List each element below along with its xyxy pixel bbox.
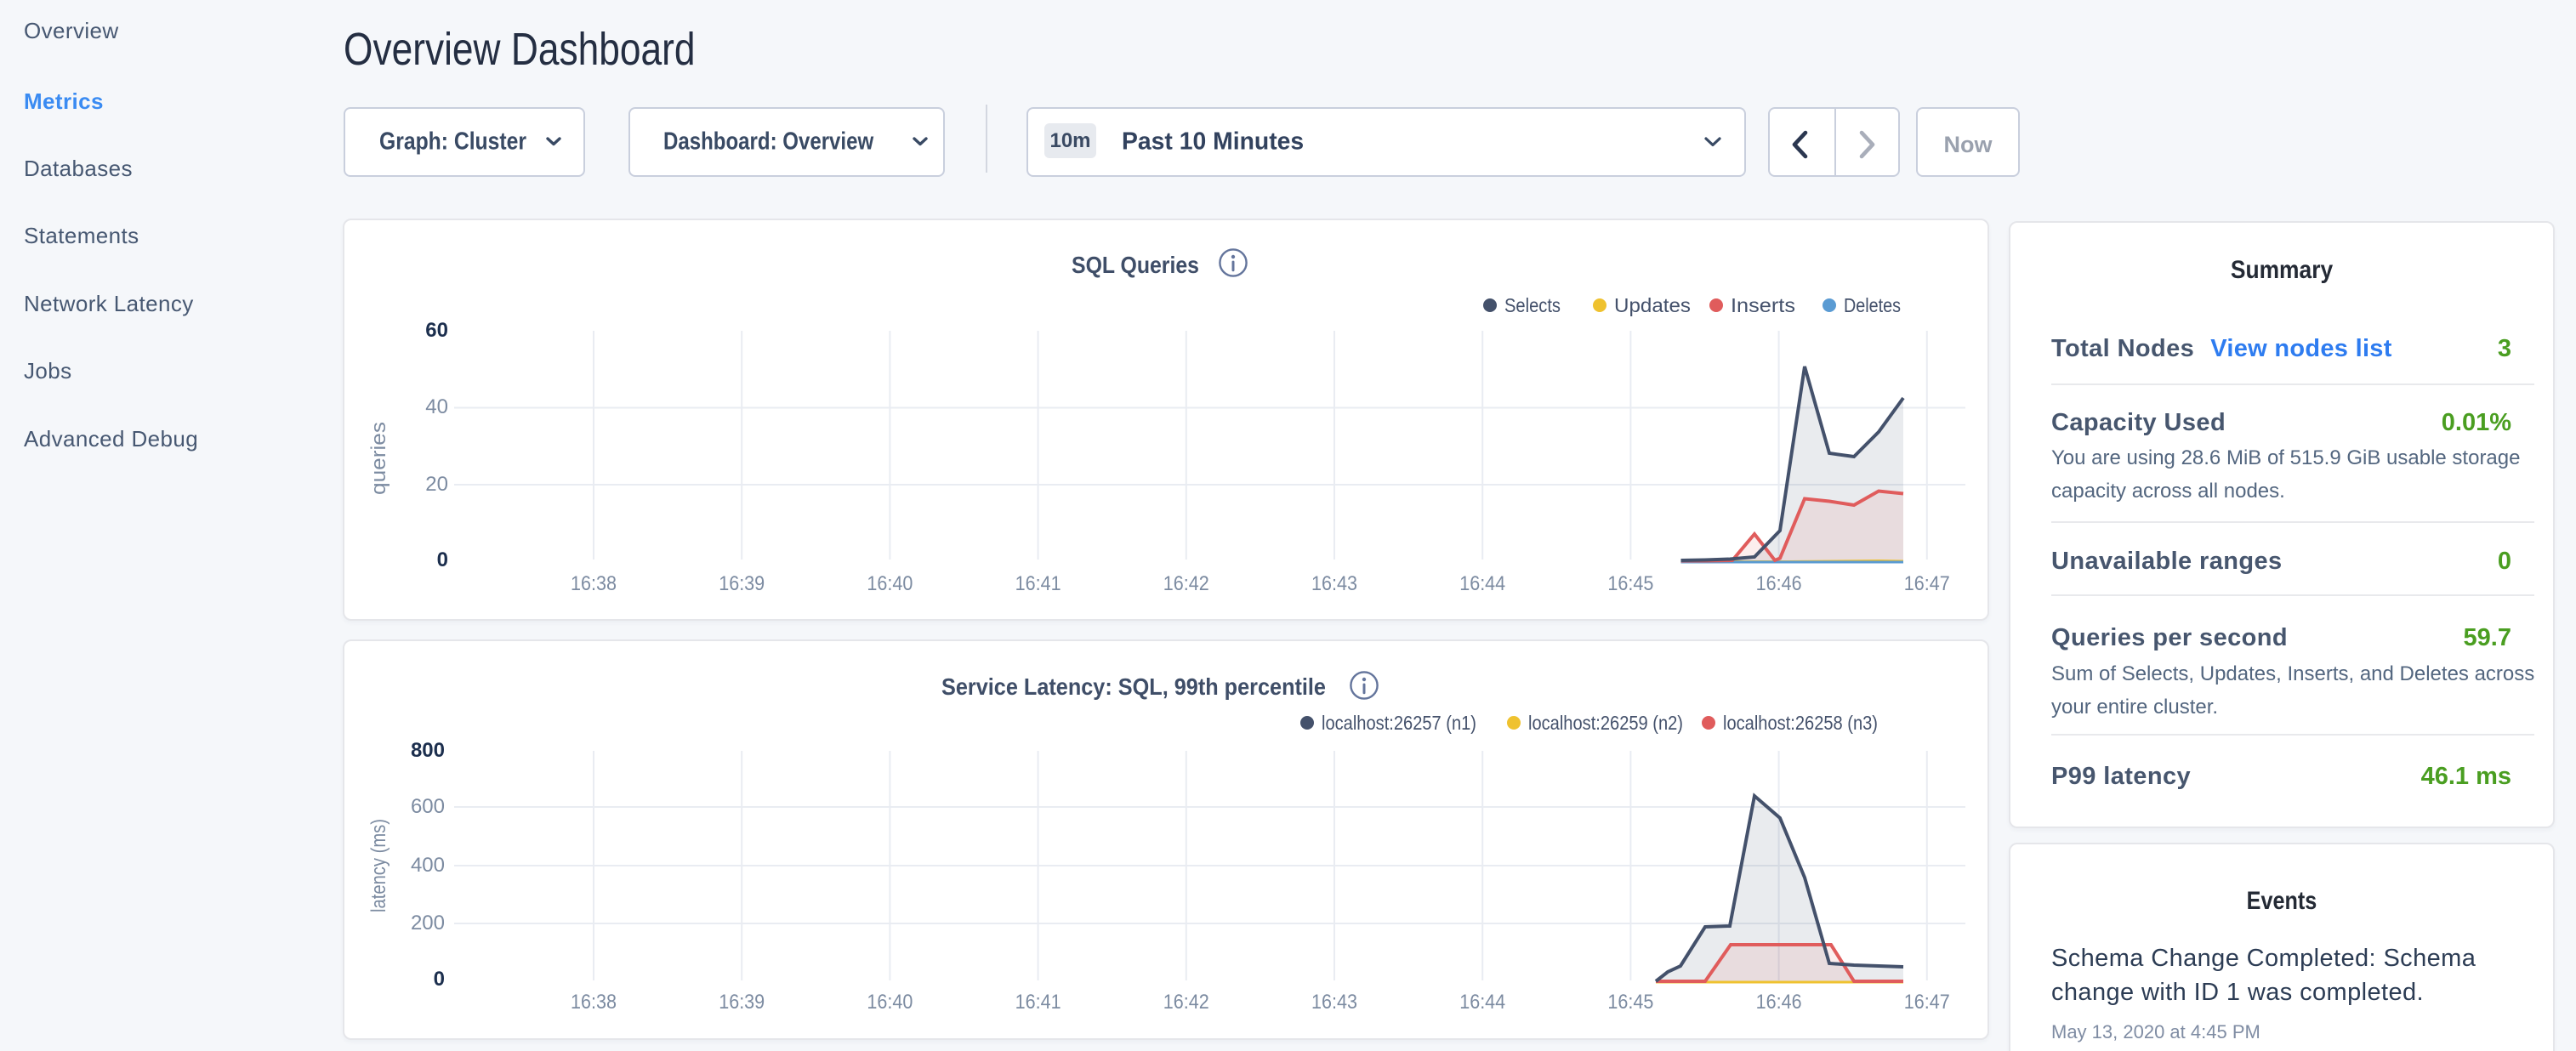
svg-text:16:44: 16:44: [1459, 572, 1505, 595]
svg-text:16:42: 16:42: [1163, 991, 1209, 1014]
svg-text:16:40: 16:40: [867, 572, 913, 595]
svg-text:16:45: 16:45: [1607, 572, 1653, 595]
svg-text:16:46: 16:46: [1756, 572, 1802, 595]
svg-text:60: 60: [425, 319, 448, 342]
svg-text:200: 200: [411, 912, 445, 935]
svg-text:16:42: 16:42: [1163, 572, 1209, 595]
svg-text:400: 400: [411, 854, 445, 877]
svg-text:localhost:26257 (n1): localhost:26257 (n1): [1322, 712, 1476, 734]
svg-text:queries: queries: [367, 422, 390, 495]
svg-text:16:47: 16:47: [1904, 991, 1950, 1014]
svg-text:Updates: Updates: [1614, 294, 1691, 316]
svg-text:0: 0: [434, 968, 445, 991]
svg-text:Selects: Selects: [1504, 294, 1561, 316]
svg-text:localhost:26258 (n3): localhost:26258 (n3): [1723, 712, 1878, 734]
svg-text:latency (ms): latency (ms): [367, 819, 390, 912]
svg-text:Inserts: Inserts: [1731, 294, 1795, 316]
svg-text:40: 40: [425, 395, 448, 418]
svg-text:16:43: 16:43: [1311, 572, 1357, 595]
svg-text:16:44: 16:44: [1459, 991, 1505, 1014]
svg-text:Deletes: Deletes: [1844, 294, 1901, 316]
svg-text:16:39: 16:39: [719, 572, 765, 595]
svg-text:16:38: 16:38: [571, 572, 617, 595]
svg-text:16:45: 16:45: [1607, 991, 1653, 1014]
svg-text:16:47: 16:47: [1904, 572, 1950, 595]
svg-text:16:39: 16:39: [719, 991, 765, 1014]
svg-text:800: 800: [411, 739, 445, 762]
svg-text:600: 600: [411, 795, 445, 818]
svg-text:16:40: 16:40: [867, 991, 913, 1014]
svg-text:0: 0: [437, 548, 448, 571]
svg-text:localhost:26259 (n2): localhost:26259 (n2): [1528, 712, 1683, 734]
svg-text:16:43: 16:43: [1311, 991, 1357, 1014]
svg-text:16:38: 16:38: [571, 991, 617, 1014]
svg-text:16:46: 16:46: [1756, 991, 1802, 1014]
svg-text:16:41: 16:41: [1015, 572, 1061, 595]
svg-text:20: 20: [425, 473, 448, 496]
svg-text:16:41: 16:41: [1015, 991, 1061, 1014]
